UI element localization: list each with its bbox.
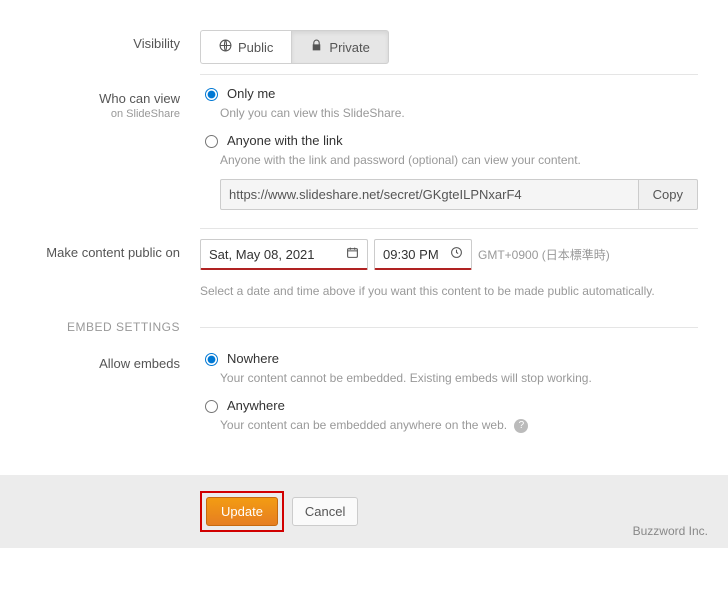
visibility-public-button[interactable]: Public: [200, 30, 291, 64]
update-button[interactable]: Update: [206, 497, 278, 526]
visibility-label: Visibility: [30, 30, 200, 64]
schedule-time-value: 09:30 PM: [383, 247, 439, 262]
schedule-hint: Select a date and time above if you want…: [200, 284, 698, 298]
allow-embeds-anywhere-radio[interactable]: Anywhere: [200, 397, 285, 413]
who-can-view-anyone-radio[interactable]: Anyone with the link: [200, 132, 343, 148]
allow-embeds-anywhere-hint: Your content can be embedded anywhere on…: [220, 418, 698, 433]
schedule-date-value: Sat, May 08, 2021: [209, 247, 315, 262]
schedule-date-input[interactable]: Sat, May 08, 2021: [200, 239, 368, 270]
allow-embeds-label: Allow embeds: [30, 350, 200, 445]
globe-icon: [219, 39, 232, 55]
who-can-view-anyone-hint: Anyone with the link and password (optio…: [220, 153, 698, 167]
clock-icon: [450, 246, 463, 262]
who-can-view-anyone-label: Anyone with the link: [227, 133, 343, 148]
visibility-segmented: Public Private: [200, 30, 389, 64]
schedule-timezone: GMT+0900 (日本標準時): [478, 246, 610, 263]
who-can-view-label: Who can view: [99, 91, 180, 106]
cancel-button[interactable]: Cancel: [292, 497, 358, 526]
visibility-private-text: Private: [329, 40, 369, 55]
visibility-private-button[interactable]: Private: [291, 30, 388, 64]
help-icon[interactable]: ?: [514, 419, 528, 433]
visibility-public-text: Public: [238, 40, 273, 55]
schedule-time-input[interactable]: 09:30 PM: [374, 239, 472, 270]
secret-url-input[interactable]: [220, 179, 639, 210]
brand-label: Buzzword Inc.: [633, 524, 708, 538]
calendar-icon: [346, 246, 359, 262]
allow-embeds-nowhere-radio[interactable]: Nowhere: [200, 350, 279, 366]
schedule-label: Make content public on: [30, 239, 200, 298]
update-highlight: Update: [200, 491, 284, 532]
who-can-view-only-me-radio[interactable]: Only me: [200, 85, 275, 101]
who-can-view-only-me-hint: Only you can view this SlideShare.: [220, 106, 698, 120]
allow-embeds-anywhere-label: Anywhere: [227, 398, 285, 413]
copy-button[interactable]: Copy: [639, 179, 698, 210]
who-can-view-only-me-label: Only me: [227, 86, 275, 101]
lock-icon: [310, 39, 323, 55]
embed-settings-header: EMBED SETTINGS: [30, 320, 200, 334]
who-can-view-sublabel: on SlideShare: [30, 108, 180, 120]
allow-embeds-nowhere-hint: Your content cannot be embedded. Existin…: [220, 371, 698, 385]
allow-embeds-nowhere-label: Nowhere: [227, 351, 279, 366]
